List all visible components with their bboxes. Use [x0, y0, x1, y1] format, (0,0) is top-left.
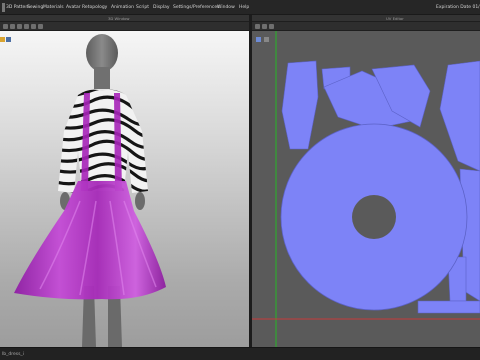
menu-retopology[interactable]: Retopology: [82, 0, 107, 15]
uv-island-strap-left: [281, 60, 319, 150]
menu-animation[interactable]: Animation: [111, 0, 134, 15]
avatar-neck: [94, 67, 110, 89]
move-icon[interactable]: [10, 24, 15, 29]
expiration-date: Expiration Date 01/19/2: [436, 5, 480, 10]
menu-script[interactable]: Script: [136, 0, 149, 15]
tack-icon[interactable]: [38, 24, 43, 29]
app-logo: [2, 3, 5, 12]
uv-island-sleeve: [439, 60, 480, 172]
uv-select-icon[interactable]: [255, 24, 260, 29]
panel-title-uv-label: UV Editor: [386, 16, 404, 21]
menu-display[interactable]: Display: [153, 0, 170, 15]
menu-settings-preferences[interactable]: Settings/Preferences: [173, 0, 219, 15]
uv-island-skirt-hole: [352, 195, 396, 239]
uv-editor-viewport[interactable]: [252, 31, 480, 347]
brush-icon[interactable]: [31, 24, 36, 29]
uv-view-icon[interactable]: [264, 37, 269, 42]
toolbar-3d: [0, 22, 249, 31]
pin-icon[interactable]: [24, 24, 29, 29]
toolbar-uv: [252, 22, 480, 31]
uv-pack-icon[interactable]: [269, 24, 274, 29]
lock-icon[interactable]: [0, 37, 5, 42]
3d-viewport[interactable]: [0, 31, 249, 347]
select-icon[interactable]: [3, 24, 8, 29]
uv-mode-icon[interactable]: [256, 37, 261, 42]
avatar-head: [86, 34, 118, 72]
menu-bar: 3D Pattern Sewing Materials Avatar Retop…: [0, 0, 480, 15]
panel-title-3d: 3D Window: [0, 15, 249, 22]
panel-title-3d-label: 3D Window: [108, 16, 130, 21]
menu-help[interactable]: Help: [239, 0, 249, 15]
avatar-right-hand: [135, 192, 145, 210]
panel-title-uv: UV Editor: [252, 15, 480, 22]
menu-materials[interactable]: Materials: [43, 0, 64, 15]
status-text: lb_dress_i: [2, 352, 24, 357]
camera-icon[interactable]: [6, 37, 11, 42]
menu-avatar[interactable]: Avatar: [66, 0, 81, 15]
uv-island-band: [417, 300, 480, 314]
avatar-scene: [0, 34, 166, 347]
menu-window[interactable]: Window: [217, 0, 235, 15]
status-bar: lb_dress_i: [0, 347, 480, 360]
uv-layout: [252, 31, 480, 347]
fold-icon[interactable]: [17, 24, 22, 29]
menu-sewing[interactable]: Sewing: [27, 0, 43, 15]
uv-transform-icon[interactable]: [262, 24, 267, 29]
